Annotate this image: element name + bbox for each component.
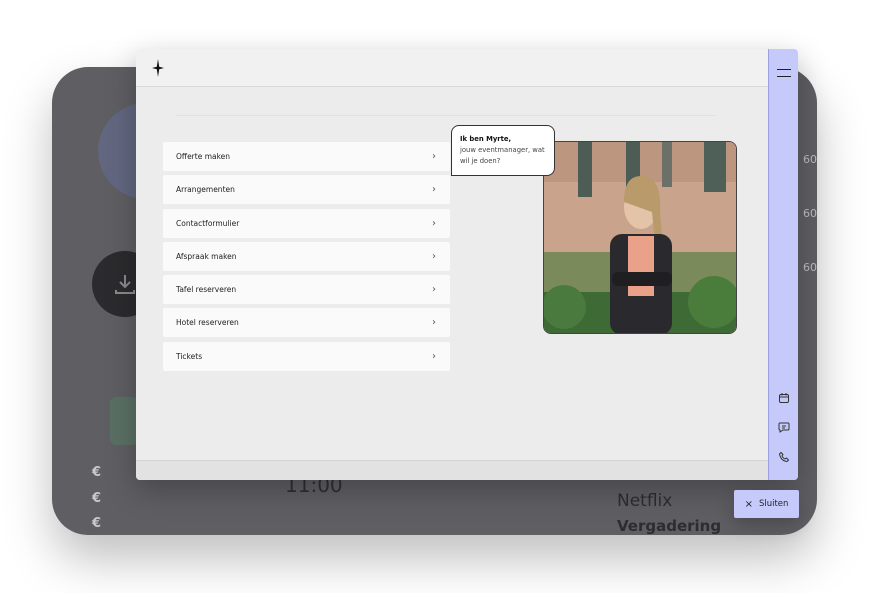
divider <box>176 115 716 116</box>
menu-item-hotel[interactable]: Hotel reserveren › <box>163 308 450 338</box>
close-icon: × <box>744 498 753 510</box>
menu-item-label: Hotel reserveren <box>176 318 239 328</box>
menu-item-tafel[interactable]: Tafel reserveren › <box>163 275 450 305</box>
event-manager-photo <box>543 141 737 334</box>
bubble-line: jouw eventmanager, wat <box>460 146 545 154</box>
menu-item-label: Arrangementen <box>176 185 235 195</box>
background-value: 60 <box>803 153 817 166</box>
menu-item-label: Contactformulier <box>176 218 240 228</box>
menu-item-arrangementen[interactable]: Arrangementen › <box>163 175 450 205</box>
bubble-greeting: Ik ben Myrte, <box>460 135 512 143</box>
chevron-right-icon: › <box>432 317 436 329</box>
greeting-bubble: Ik ben Myrte, jouw eventmanager, wat wil… <box>451 125 555 176</box>
background-event-vergadering: Vergadering <box>617 517 722 535</box>
menu-item-afspraak[interactable]: Afspraak maken › <box>163 241 450 271</box>
background-green-block <box>110 397 138 445</box>
background-event-netflix: Netflix <box>617 491 673 511</box>
euro-symbol: € <box>92 516 102 531</box>
action-menu: Offerte maken › Arrangementen › Contactf… <box>163 142 450 375</box>
chat-icon[interactable] <box>778 421 790 433</box>
phone-icon[interactable] <box>778 451 790 463</box>
calendar-icon[interactable] <box>778 392 790 404</box>
menu-item-label: Tickets <box>176 351 203 361</box>
modal-header <box>136 49 768 87</box>
chevron-right-icon: › <box>432 184 436 196</box>
chevron-right-icon: › <box>432 350 436 362</box>
menu-item-label: Afspraak maken <box>176 251 237 261</box>
menu-item-offerte[interactable]: Offerte maken › <box>163 142 450 171</box>
close-label: Sluiten <box>758 499 789 509</box>
chevron-right-icon: › <box>432 217 436 229</box>
menu-item-contactformulier[interactable]: Contactformulier › <box>163 208 450 238</box>
menu-item-tickets[interactable]: Tickets › <box>163 341 450 371</box>
chevron-right-icon: › <box>432 284 436 296</box>
event-modal: Offerte maken › Arrangementen › Contactf… <box>136 49 798 480</box>
menu-item-label: Offerte maken <box>176 152 231 161</box>
chevron-right-icon: › <box>432 250 436 262</box>
chevron-right-icon: › <box>432 151 436 162</box>
euro-symbol: € <box>92 491 102 506</box>
close-button[interactable]: × Sluiten <box>734 490 799 518</box>
side-rail <box>768 49 798 480</box>
bubble-line: wil je doen? <box>460 157 501 165</box>
menu-item-label: Tafel reserveren <box>176 285 237 295</box>
euro-symbol: € <box>92 465 102 480</box>
diamond-logo-icon <box>152 59 164 81</box>
modal-footer <box>136 460 768 480</box>
background-value: 60 <box>803 261 817 274</box>
hamburger-icon[interactable] <box>777 69 791 77</box>
background-value: 60 <box>803 207 817 220</box>
